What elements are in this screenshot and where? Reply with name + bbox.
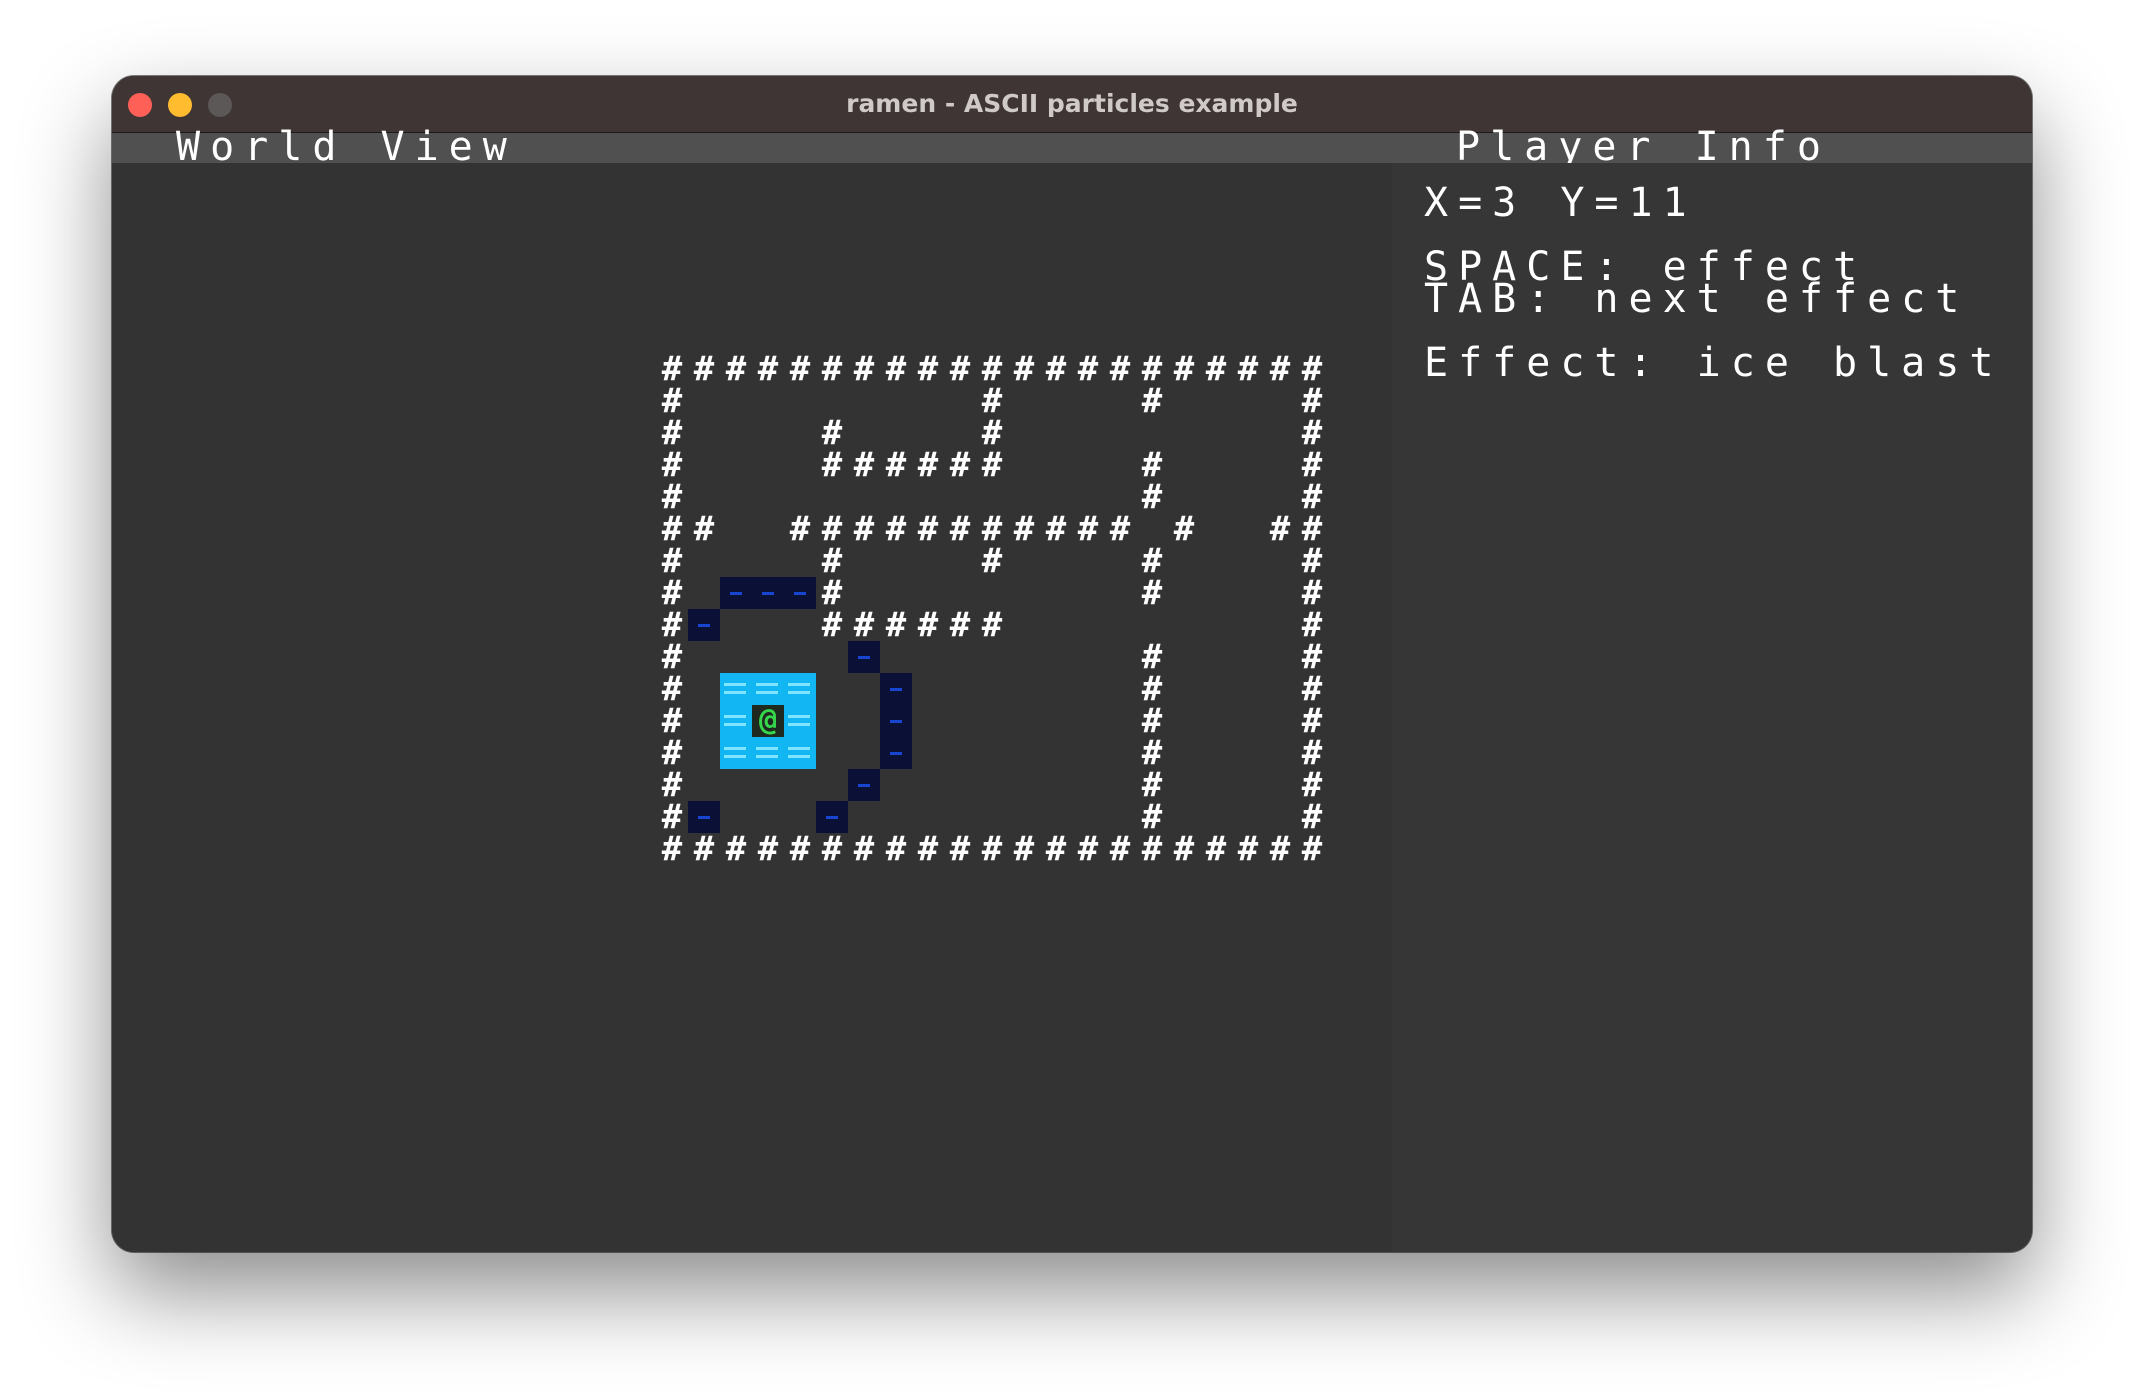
wall-tile: # xyxy=(1269,349,1291,389)
wall-tile: # xyxy=(725,349,747,389)
current-effect: Effect: ice blast xyxy=(1424,340,2004,386)
wall-tile: # xyxy=(1013,349,1035,389)
particle-dark xyxy=(784,577,816,609)
player-coordinates: X=3 Y=11 xyxy=(1424,180,1697,226)
tab-key-help: TAB: next effect xyxy=(1424,276,1970,322)
wall-tile: # xyxy=(981,445,1003,485)
player-info-panel: X=3 Y=11 SPACE: effect TAB: next effect … xyxy=(1392,163,2032,1252)
wall-tile: # xyxy=(853,509,875,549)
particle-light xyxy=(720,705,752,737)
wall-tile: # xyxy=(981,829,1003,869)
particle-light xyxy=(784,737,816,769)
wall-tile: # xyxy=(853,605,875,645)
wall-tile: # xyxy=(725,829,747,869)
wall-tile: # xyxy=(853,445,875,485)
wall-tile: # xyxy=(1109,509,1131,549)
wall-tile: # xyxy=(1269,509,1291,549)
wall-tile: # xyxy=(821,829,843,869)
wall-tile: # xyxy=(661,829,683,869)
wall-tile: # xyxy=(917,445,939,485)
wall-tile: # xyxy=(917,829,939,869)
wall-tile: # xyxy=(1013,509,1035,549)
wall-tile: # xyxy=(789,349,811,389)
wall-tile: # xyxy=(1109,349,1131,389)
wall-tile: # xyxy=(1173,509,1195,549)
app-window: ramen - ASCII particles example World Vi… xyxy=(112,76,2032,1252)
particle-light xyxy=(752,737,784,769)
wall-tile: # xyxy=(757,349,779,389)
wall-tile: # xyxy=(917,509,939,549)
wall-tile: # xyxy=(885,445,907,485)
terminal-content: World View Player Info # # # # # # # # # # # # # # # # #… xyxy=(112,127,2032,1252)
particle-dark xyxy=(720,577,752,609)
wall-tile: # xyxy=(1141,573,1163,613)
wall-tile: # xyxy=(1237,829,1259,869)
player-info-title: Player Info xyxy=(1456,124,1831,170)
wall-tile: # xyxy=(1173,349,1195,389)
particle-light xyxy=(720,673,752,705)
wall-tile: # xyxy=(1109,829,1131,869)
wall-tile: # xyxy=(693,349,715,389)
wall-tile: # xyxy=(1301,829,1323,869)
wall-tile: # xyxy=(789,509,811,549)
wall-tile: # xyxy=(949,349,971,389)
wall-tile: # xyxy=(1269,829,1291,869)
wall-tile: # xyxy=(821,605,843,645)
wall-tile: # xyxy=(949,445,971,485)
wall-tile: # xyxy=(853,829,875,869)
wall-tile: # xyxy=(949,605,971,645)
wall-tile: # xyxy=(1141,829,1163,869)
wall-tile: # xyxy=(821,349,843,389)
wall-tile: # xyxy=(821,445,843,485)
wall-tile: # xyxy=(981,541,1003,581)
wall-tile: # xyxy=(1077,509,1099,549)
wall-tile: # xyxy=(693,829,715,869)
world-view-title: World View xyxy=(176,124,517,170)
wall-tile: # xyxy=(1173,829,1195,869)
wall-tile: # xyxy=(885,829,907,869)
wall-tile: # xyxy=(1141,477,1163,517)
particle-light xyxy=(784,673,816,705)
wall-tile: # xyxy=(1077,829,1099,869)
world-map[interactable]: # # # # # # # # # # # # # # # # # # # # # # # # # # # # # # # # # # # # # # # #… xyxy=(656,349,1328,869)
particle-dark xyxy=(848,769,880,801)
particle-dark xyxy=(688,609,720,641)
particle-dark xyxy=(880,673,912,705)
wall-tile: # xyxy=(885,509,907,549)
particle-light xyxy=(784,705,816,737)
wall-tile: # xyxy=(1141,381,1163,421)
wall-tile: # xyxy=(949,829,971,869)
wall-tile: # xyxy=(949,509,971,549)
world-view-panel[interactable]: # # # # # # # # # # # # # # # # # # # # # # # # # # # # # # # # # # # # # # # #… xyxy=(112,163,1392,1252)
wall-tile: # xyxy=(1013,829,1035,869)
wall-tile: # xyxy=(885,605,907,645)
particle-dark xyxy=(848,641,880,673)
wall-tile: # xyxy=(1045,509,1067,549)
wall-tile: # xyxy=(981,605,1003,645)
wall-tile: # xyxy=(885,349,907,389)
wall-tile: # xyxy=(1205,829,1227,869)
wall-tile: # xyxy=(853,349,875,389)
wall-tile: # xyxy=(1237,349,1259,389)
wall-tile: # xyxy=(1077,349,1099,389)
wall-tile: # xyxy=(789,829,811,869)
wall-tile: # xyxy=(757,829,779,869)
panel-header-bar: World View Player Info xyxy=(112,127,2032,167)
player-character[interactable]: @ xyxy=(752,705,784,737)
particle-dark xyxy=(880,737,912,769)
wall-tile: # xyxy=(917,349,939,389)
particle-light xyxy=(752,673,784,705)
particle-dark xyxy=(880,705,912,737)
wall-tile: # xyxy=(693,509,715,549)
wall-tile: # xyxy=(1045,829,1067,869)
wall-tile: # xyxy=(917,605,939,645)
particle-light xyxy=(720,737,752,769)
wall-tile: # xyxy=(1205,349,1227,389)
wall-tile: # xyxy=(1045,349,1067,389)
particle-dark xyxy=(752,577,784,609)
